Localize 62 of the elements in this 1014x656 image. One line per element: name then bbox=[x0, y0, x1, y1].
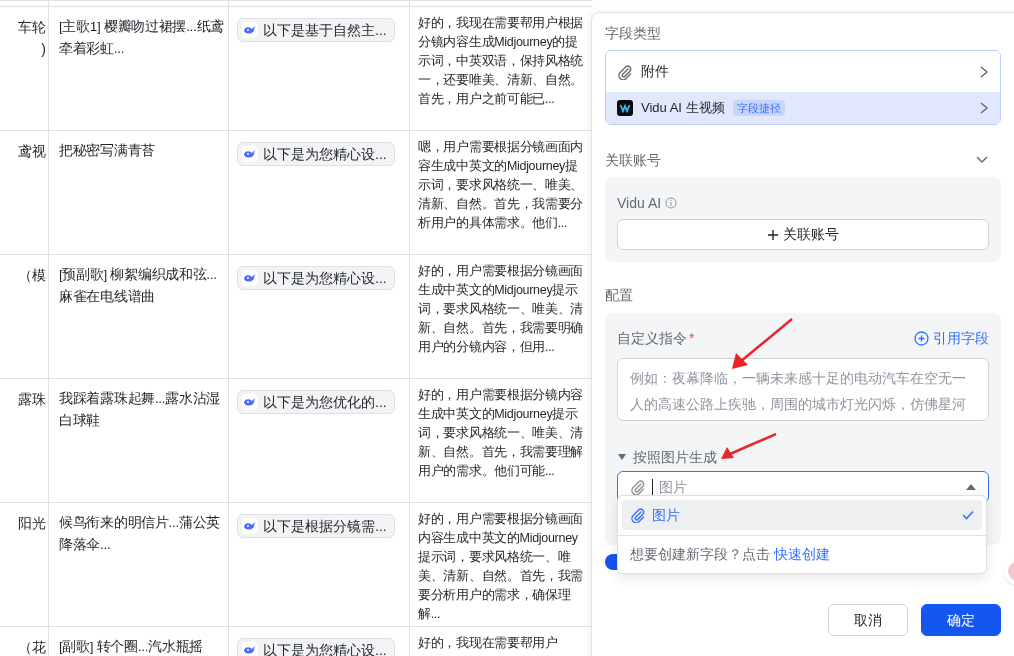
table-cell-text: ) bbox=[41, 40, 46, 59]
paperclip-icon bbox=[617, 63, 633, 80]
table-cell-text: 好的，用户需要根据分镜画面内容生成中英文的Midjourney提示词，要求风格统一、唯美、清新、自然。首先，我需要分析用户的需求，确保理解... bbox=[418, 511, 585, 623]
table-chip: 以下是基于自然主... bbox=[237, 18, 395, 42]
table-chip: 以下是为您精心设... bbox=[237, 266, 395, 290]
table-cell-text: 把秘密写满青苔 bbox=[59, 142, 156, 160]
dropdown-option[interactable]: 图片 bbox=[622, 500, 982, 530]
table-cell-text: [主歌1] 樱瓣吻过裙摆...纸鸢牵着彩虹... bbox=[59, 18, 224, 58]
chevron-down-icon[interactable] bbox=[975, 155, 989, 165]
section-title: 字段类型 bbox=[605, 24, 662, 43]
annotation-arrow bbox=[720, 433, 778, 461]
table-cell-text: 车轮 bbox=[18, 18, 46, 37]
table-chip: 以下是为您精心设... bbox=[237, 638, 395, 656]
triangle-icon[interactable] bbox=[617, 453, 627, 461]
annotation-arrow bbox=[730, 318, 794, 372]
required-mark: * bbox=[689, 328, 695, 348]
chevron-right-icon bbox=[979, 101, 989, 115]
table-cell-text: 我踩着露珠起舞...露水沾湿白球鞋 bbox=[59, 390, 222, 430]
quick-create-link[interactable]: 快速创建 bbox=[774, 544, 830, 565]
table-cell-text: 嗯，用户需要根据分镜画面内容生成中英文的Midjourney提示词，要求风格统一、唯美、清新、自然。首先，我需要分析用户的具体需求。他们... bbox=[418, 139, 585, 232]
instruction-input[interactable]: 例如：夜幕降临，一辆未来感十足的电动汽车在空无一人的高速公路上疾驰，周围的城市灯光闪烁，仿佛星河 bbox=[617, 358, 989, 421]
table-cell-text: 好的，用户需要根据分镜内容生成中英文的Midjourney提示词，要求风格统一、唯美、清新、自然。首先，我需要理解用户的需求。他们可能... bbox=[418, 387, 585, 480]
whale-icon bbox=[242, 518, 258, 534]
shortcut-badge: 字段捷径 bbox=[732, 100, 785, 116]
link-account-button[interactable]: 关联账号 bbox=[617, 219, 989, 250]
table-cell-text: 候鸟衔来的明信片...蒲公英降落伞... bbox=[59, 514, 222, 554]
instruction-label: 自定义指令 bbox=[617, 328, 687, 348]
paperclip-icon bbox=[630, 507, 646, 523]
paperclip-icon bbox=[630, 479, 646, 495]
section-label: 按照图片生成 bbox=[633, 447, 717, 467]
chevron-right-icon bbox=[979, 64, 989, 79]
table-cell-text: 阳光 bbox=[18, 514, 46, 533]
confirm-button[interactable]: 确定 bbox=[921, 604, 1001, 636]
table-chip: 以下是为您精心设... bbox=[237, 142, 395, 166]
service-label: Vidu AI bbox=[617, 193, 662, 213]
table-chip: 以下是根据分镜需... bbox=[237, 514, 395, 538]
create-field-hint: 想要创建新字段？点击 bbox=[630, 545, 770, 564]
table-cell-text: [预副歌] 柳絮编织成和弦...麻雀在电线谱曲 bbox=[59, 266, 218, 306]
table-cell-text: 露珠 bbox=[18, 390, 46, 409]
whale-icon bbox=[242, 270, 258, 286]
app-logo-icon bbox=[617, 100, 633, 116]
whale-icon bbox=[242, 642, 258, 656]
table-cell-text: 鸢视 bbox=[18, 142, 46, 161]
table-cell-text: 好的，我现在需要帮用户根据分镜内容生成Midjourney的提示词，中英双语，保持风格统一，还要唯美、清新、自然。首先，用户之前可能已... bbox=[418, 15, 585, 108]
table-chip: 以下是为您优化的... bbox=[237, 390, 395, 414]
table-cell-text: [副歌] 转个圈...汽水瓶摇 bbox=[59, 638, 204, 656]
check-icon bbox=[962, 510, 974, 520]
whale-icon bbox=[242, 146, 258, 162]
cancel-button[interactable]: 取消 bbox=[828, 604, 908, 636]
plus-circle-icon bbox=[914, 330, 929, 346]
table-cell-text: （花 bbox=[18, 638, 46, 656]
table-cell-text: （模 bbox=[18, 266, 46, 285]
plus-icon bbox=[767, 228, 779, 241]
caret-up-icon bbox=[966, 484, 976, 490]
table-cell-text: 好的，用户需要根据分镜画面生成中英文的Midjourney提示词，要求风格统一、唯美、清新、自然。首先，我需要明确用户的分镜内容，但用... bbox=[418, 263, 585, 356]
whale-icon bbox=[242, 22, 258, 38]
section-title: 配置 bbox=[605, 286, 634, 305]
field-type-option[interactable]: Vidu AI 生视频 字段捷径 bbox=[606, 92, 1000, 124]
whale-icon bbox=[242, 394, 258, 410]
table-cell-text: 好的，我现在需要帮用户 bbox=[418, 635, 559, 652]
reference-field-link[interactable]: 引用字段 bbox=[914, 327, 989, 349]
section-title: 关联账号 bbox=[605, 150, 661, 170]
